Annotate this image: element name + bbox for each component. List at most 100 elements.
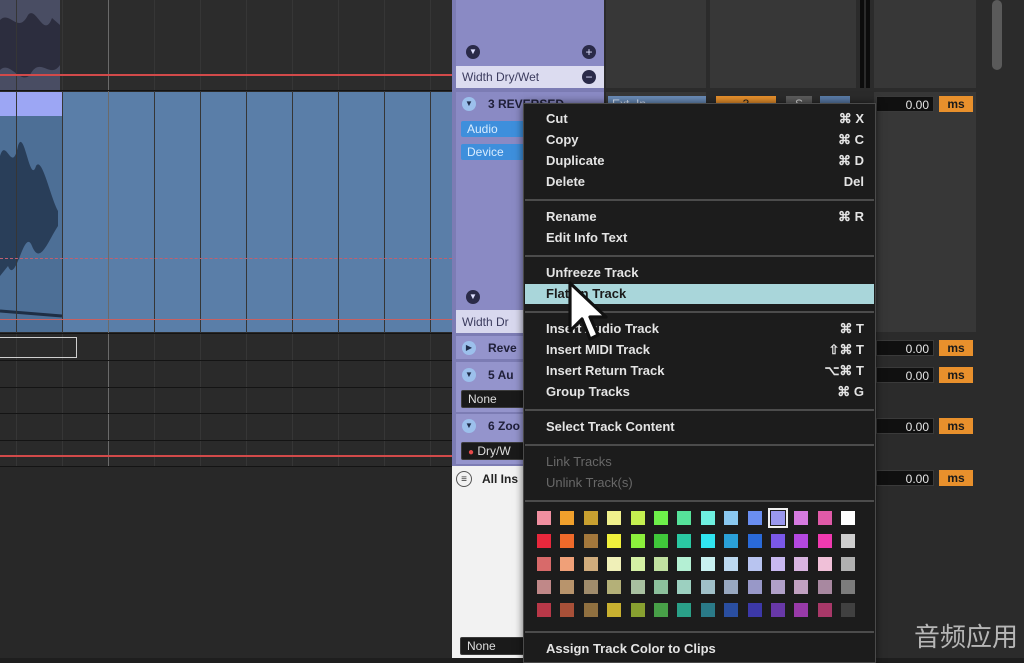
- menu-item-group-tracks[interactable]: Group Tracks ⌘ G: [525, 382, 874, 402]
- color-swatch[interactable]: [771, 580, 785, 594]
- clip-outline[interactable]: [0, 337, 77, 358]
- color-swatch[interactable]: [654, 603, 668, 617]
- color-swatch[interactable]: [817, 557, 832, 571]
- color-swatch[interactable]: [700, 511, 715, 525]
- delay-unit-toggle[interactable]: ms: [939, 96, 973, 112]
- plus-icon[interactable]: +: [582, 45, 596, 59]
- color-swatch[interactable]: [560, 511, 575, 525]
- color-swatch[interactable]: [794, 534, 809, 548]
- menu-item-rename[interactable]: Rename ⌘ R: [525, 207, 874, 227]
- color-swatch[interactable]: [771, 557, 785, 571]
- color-swatch[interactable]: [724, 603, 739, 617]
- color-swatch[interactable]: [817, 580, 832, 594]
- color-swatch[interactable]: [607, 603, 622, 617]
- color-swatch[interactable]: [677, 511, 692, 525]
- color-swatch[interactable]: [794, 511, 809, 525]
- color-swatch[interactable]: [537, 603, 551, 617]
- color-swatch[interactable]: [724, 557, 739, 571]
- automation-line-dashed[interactable]: [0, 258, 452, 259]
- color-swatch[interactable]: [794, 557, 809, 571]
- color-swatch[interactable]: [747, 534, 762, 548]
- color-swatch[interactable]: [841, 557, 856, 571]
- color-swatch[interactable]: [677, 534, 692, 548]
- browser-label[interactable]: All Ins: [482, 472, 518, 486]
- menu-item-edit-info-text[interactable]: Edit Info Text: [525, 228, 874, 248]
- color-swatch[interactable]: [583, 580, 598, 594]
- track-title[interactable]: Reve: [488, 341, 517, 355]
- color-swatch[interactable]: [583, 511, 598, 525]
- color-swatch[interactable]: [607, 580, 622, 594]
- track-title[interactable]: 6 Zoo: [488, 419, 520, 433]
- delay-value[interactable]: 0.00: [876, 367, 934, 383]
- color-swatch[interactable]: [771, 534, 785, 548]
- color-swatch[interactable]: [677, 580, 692, 594]
- chevron-down-icon[interactable]: ▼: [466, 290, 480, 304]
- chevron-down-icon[interactable]: ▼: [466, 45, 480, 59]
- color-swatch[interactable]: [841, 511, 856, 525]
- color-swatch[interactable]: [724, 534, 739, 548]
- chevron-down-icon[interactable]: ▼: [462, 97, 476, 111]
- arrangement-view[interactable]: [0, 0, 452, 658]
- color-swatch[interactable]: [607, 557, 622, 571]
- color-swatch[interactable]: [607, 511, 622, 525]
- color-swatch[interactable]: [700, 534, 715, 548]
- delay-unit-toggle[interactable]: ms: [939, 470, 973, 486]
- menu-item-insert-return-track[interactable]: Insert Return Track ⌥⌘ T: [525, 361, 874, 381]
- color-swatch[interactable]: [700, 557, 715, 571]
- delay-value[interactable]: 0.00: [876, 418, 934, 434]
- automation-line[interactable]: [0, 74, 452, 76]
- menu-item-insert-midi-track[interactable]: Insert MIDI Track ⇧⌘ T: [525, 340, 874, 360]
- color-swatch[interactable]: [724, 580, 739, 594]
- chevron-down-icon[interactable]: ▼: [462, 419, 476, 433]
- color-swatch[interactable]: [794, 580, 809, 594]
- color-swatch[interactable]: [768, 508, 788, 528]
- color-swatch[interactable]: [560, 534, 575, 548]
- delay-value[interactable]: 0.00: [876, 96, 934, 112]
- color-swatch[interactable]: [841, 603, 856, 617]
- menu-item-copy[interactable]: Copy ⌘ C: [525, 130, 874, 150]
- color-swatch[interactable]: [537, 534, 551, 548]
- color-swatch[interactable]: [817, 511, 832, 525]
- color-swatch[interactable]: [747, 580, 762, 594]
- chevron-down-icon[interactable]: ▼: [462, 368, 476, 382]
- color-swatch[interactable]: [654, 580, 668, 594]
- automation-line[interactable]: [0, 319, 452, 320]
- color-swatch[interactable]: [654, 557, 668, 571]
- menu-item-unfreeze-track[interactable]: Unfreeze Track: [525, 263, 874, 283]
- color-swatch[interactable]: [747, 603, 762, 617]
- color-swatch[interactable]: [607, 534, 622, 548]
- color-swatch[interactable]: [700, 603, 715, 617]
- color-swatch[interactable]: [677, 557, 692, 571]
- play-icon[interactable]: ▶: [462, 341, 476, 355]
- color-swatch[interactable]: [537, 580, 551, 594]
- color-swatch[interactable]: [583, 557, 598, 571]
- menu-item-cut[interactable]: Cut ⌘ X: [525, 109, 874, 129]
- menu-item-duplicate[interactable]: Duplicate ⌘ D: [525, 151, 874, 171]
- delay-unit-toggle[interactable]: ms: [939, 340, 973, 356]
- color-swatch[interactable]: [794, 603, 809, 617]
- color-swatch[interactable]: [583, 534, 598, 548]
- color-swatch[interactable]: [583, 603, 598, 617]
- list-icon[interactable]: ≡: [456, 471, 472, 487]
- color-swatch[interactable]: [630, 580, 645, 594]
- color-swatch[interactable]: [537, 557, 551, 571]
- color-swatch[interactable]: [700, 580, 715, 594]
- color-swatch[interactable]: [841, 534, 856, 548]
- color-swatch[interactable]: [747, 511, 762, 525]
- menu-item-assign-track-color[interactable]: Assign Track Color to Clips: [525, 639, 874, 659]
- delay-unit-toggle[interactable]: ms: [939, 367, 973, 383]
- color-swatch[interactable]: [630, 534, 645, 548]
- color-swatch[interactable]: [724, 511, 739, 525]
- minus-icon[interactable]: −: [582, 70, 596, 84]
- track-title[interactable]: 5 Au: [488, 368, 514, 382]
- color-swatch[interactable]: [654, 534, 668, 548]
- color-swatch[interactable]: [560, 557, 575, 571]
- color-swatch[interactable]: [677, 603, 692, 617]
- color-swatch[interactable]: [841, 580, 856, 594]
- menu-item-select-track-content[interactable]: Select Track Content: [525, 417, 874, 437]
- color-swatch[interactable]: [560, 603, 575, 617]
- empty-arrangement-area[interactable]: [0, 467, 452, 658]
- color-swatch[interactable]: [817, 534, 832, 548]
- color-swatch[interactable]: [560, 580, 575, 594]
- delay-unit-toggle[interactable]: ms: [939, 418, 973, 434]
